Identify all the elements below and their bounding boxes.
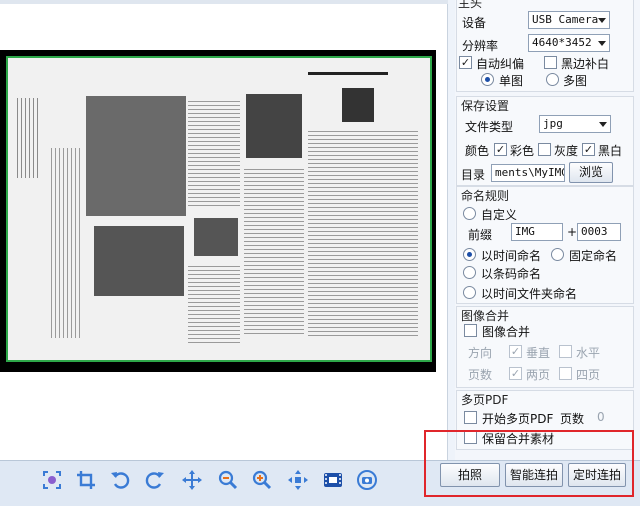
camera-switch-icon[interactable] [355,468,379,492]
color-checkbox[interactable]: ✓ [494,143,507,156]
preview-image-frame [0,50,436,372]
focus-icon[interactable] [40,468,64,492]
autocorrect-checkbox[interactable]: ✓ [459,56,472,69]
gray-option-label: 灰度 [554,144,579,158]
fit-icon[interactable] [286,468,310,492]
document-photo [246,94,302,158]
time-radio[interactable] [463,248,476,261]
document-text-column [188,98,240,208]
merge-checkbox[interactable] [464,324,477,337]
rotate-right-icon[interactable] [143,468,167,492]
vertical-checkbox[interactable]: ✓ [509,345,522,358]
four-pages-label: 四页 [576,368,601,382]
gray-checkbox[interactable] [538,143,551,156]
document-photo [342,88,374,122]
dir-label: 目录 [461,168,486,182]
fixed-radio[interactable] [551,248,564,261]
rotate-left-icon[interactable] [108,468,132,492]
single-label: 单图 [499,74,524,88]
dir-field[interactable]: ments\MyIMG [491,164,565,182]
preview-top-edge [0,0,448,4]
film-icon[interactable] [321,468,345,492]
multi-label: 多图 [563,74,588,88]
counter-field[interactable]: 0003 [577,223,621,241]
document-text-column [188,263,240,343]
smart-capture-button[interactable]: 智能连拍 [505,463,563,487]
fixed-label: 固定命名 [569,249,618,263]
filetype-select[interactable]: jpg [539,115,611,133]
horizontal-label: 水平 [576,346,601,360]
filetype-label: 文件类型 [465,120,514,134]
merge-group-title: 图像合并 [461,309,510,323]
custom-label: 自定义 [481,208,518,222]
resolution-select[interactable]: 4640*3452 [528,34,610,52]
time-label: 以时间命名 [481,249,542,263]
vertical-label: 垂直 [526,346,551,360]
prefix-field[interactable]: IMG [511,223,563,241]
document-text-column [308,128,418,338]
color-label: 颜色 [465,144,490,158]
camera-preview [0,0,448,460]
pdf-start-label: 开始多页PDF [482,412,554,426]
prefix-label: 前缀 [468,228,493,242]
custom-radio[interactable] [463,207,476,220]
color-option-label: 彩色 [510,144,535,158]
document-text-column [14,98,38,178]
bw-checkbox[interactable]: ✓ [582,143,595,156]
pdf-start-checkbox[interactable] [464,411,477,424]
resolution-label: 分辨率 [462,39,499,53]
horizontal-checkbox[interactable] [559,345,572,358]
move-icon[interactable] [180,468,204,492]
bw-option-label: 黑白 [598,144,623,158]
document-text-column [244,166,304,336]
document-photo [194,218,238,256]
timefolder-radio[interactable] [463,286,476,299]
two-pages-checkbox[interactable]: ✓ [509,367,522,380]
single-radio[interactable] [481,73,494,86]
document-photo [86,96,186,216]
browse-button[interactable]: 浏览 [569,162,613,183]
autocorrect-label: 自动纠偏 [476,57,525,71]
settings-panel: 主头 设备 USB Camera 分辨率 4640*3452 ✓ 自动纠偏 黑边… [455,0,640,460]
pages-label: 页数 [468,368,493,382]
device-label: 设备 [462,16,487,30]
scanned-document [6,56,432,362]
zoom-in-icon[interactable] [250,468,274,492]
pdf-group-title: 多页PDF [461,393,509,407]
barcode-radio[interactable] [463,266,476,279]
plus-label: + [567,225,578,239]
barcode-label: 以条码命名 [481,267,542,281]
document-photo [94,226,184,296]
four-pages-checkbox[interactable] [559,367,572,380]
document-text-column [48,148,82,338]
crop-icon[interactable] [74,468,98,492]
save-group-title: 保存设置 [461,99,510,113]
timed-capture-button[interactable]: 定时连拍 [568,463,626,487]
device-select[interactable]: USB Camera [528,11,610,29]
two-pages-label: 两页 [526,368,551,382]
blackedge-checkbox[interactable] [544,56,557,69]
blackedge-label: 黑边补白 [561,57,610,71]
zoom-out-icon[interactable] [216,468,240,492]
pdf-pages-value: 0 [597,410,605,424]
chevron-down-icon [598,41,606,46]
capture-button[interactable]: 拍照 [440,463,500,487]
multi-radio[interactable] [546,73,559,86]
camera-group-title: 主头 [458,0,483,10]
document-rule [308,72,388,75]
merge-label: 图像合并 [482,325,531,339]
chevron-down-icon [599,122,607,127]
pdf-pages-label: 页数 [560,412,585,426]
timefolder-label: 以时间文件夹命名 [481,287,578,301]
naming-group-title: 命名规则 [461,189,510,203]
direction-label: 方向 [468,346,493,360]
chevron-down-icon [598,18,606,23]
